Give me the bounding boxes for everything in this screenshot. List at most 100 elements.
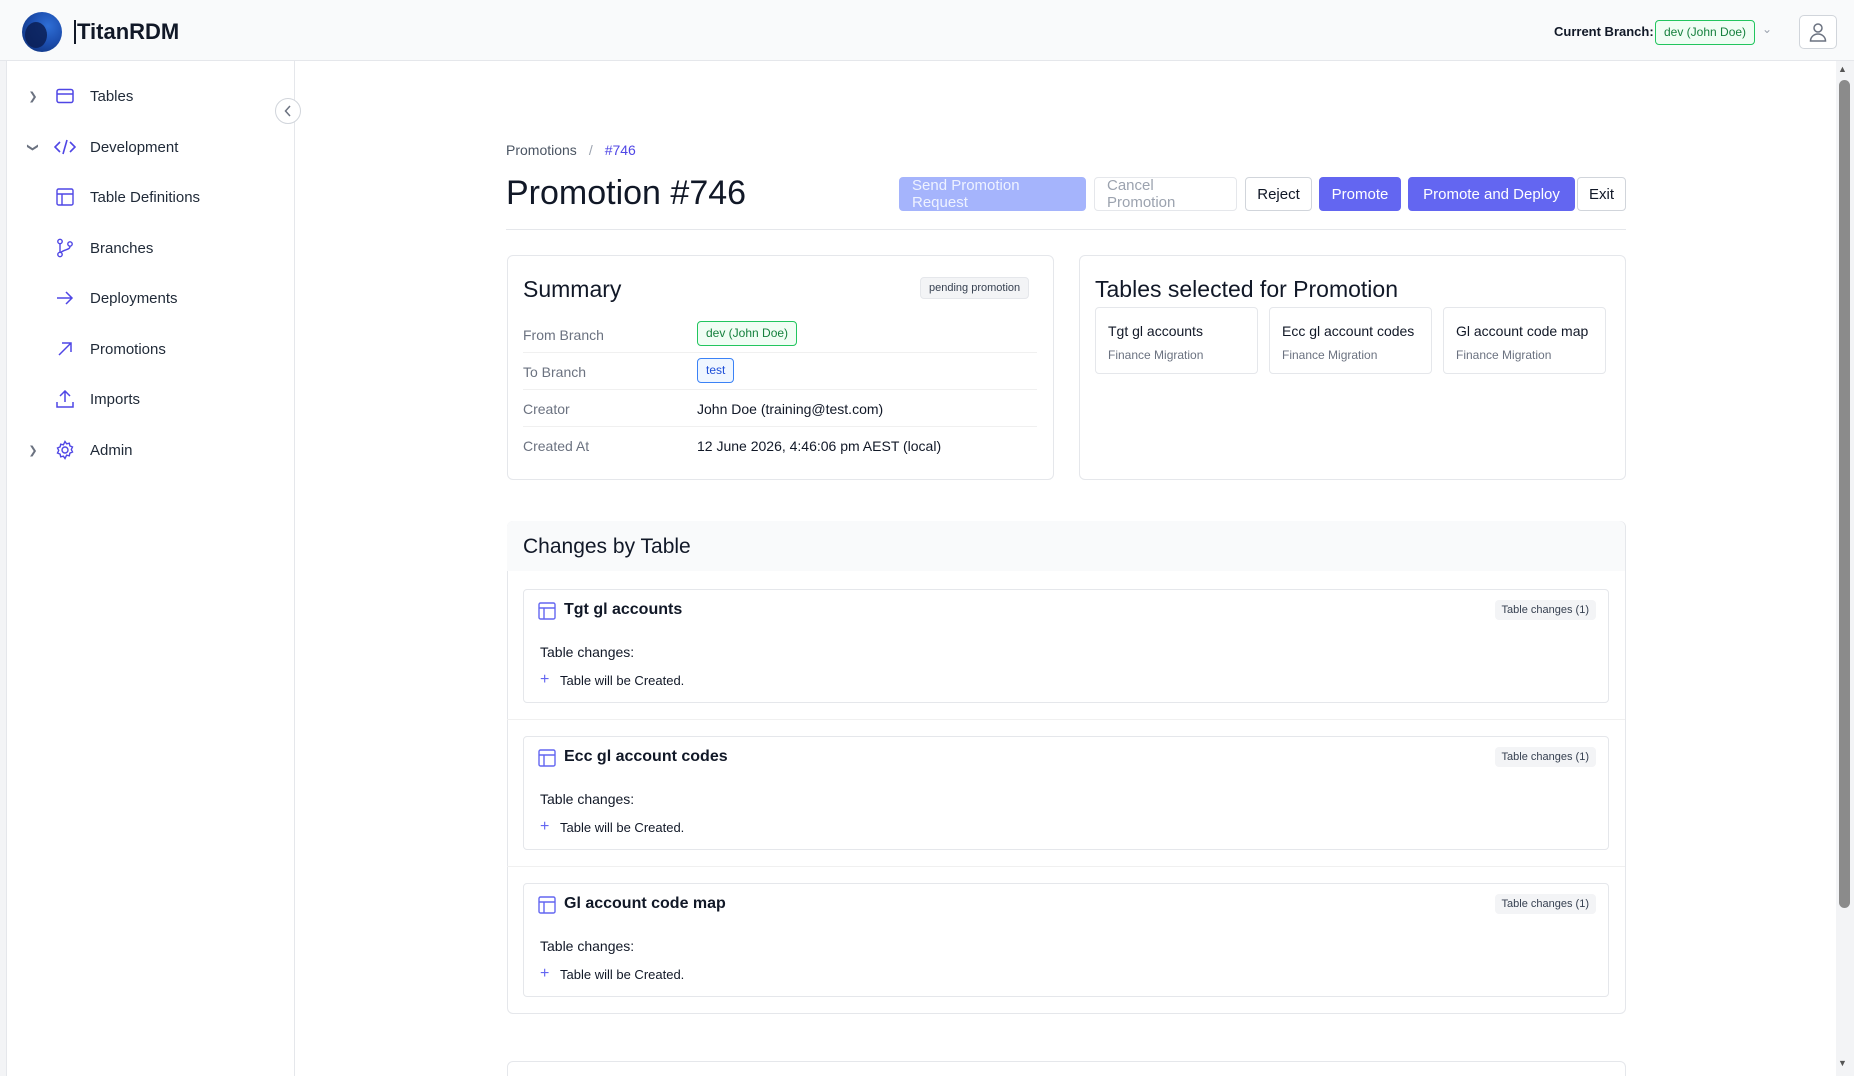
top-header: TitanRDM Current Branch: dev (John Doe) … bbox=[0, 0, 1874, 61]
summary-key: Creator bbox=[523, 401, 570, 417]
chevron-left-icon bbox=[284, 105, 291, 117]
sidebar-item-branches[interactable]: Branches bbox=[54, 233, 153, 263]
sidebar-item-table-definitions[interactable]: Table Definitions bbox=[54, 182, 200, 212]
scroll-up-icon[interactable]: ▲ bbox=[1838, 64, 1847, 74]
table-icon bbox=[54, 85, 76, 107]
collapse-sidebar-button[interactable] bbox=[275, 98, 301, 124]
sidebar-item-development[interactable]: ❯ Development bbox=[26, 132, 179, 162]
chevron-down-icon[interactable]: ⌄ bbox=[1762, 22, 1772, 36]
selected-table-project: Finance Migration bbox=[1282, 348, 1378, 362]
breadcrumb-separator: / bbox=[588, 142, 593, 158]
selected-table-project: Finance Migration bbox=[1108, 348, 1204, 362]
change-item: Gl account code map Table changes (1) Ta… bbox=[523, 883, 1609, 997]
cancel-promotion-button[interactable]: Cancel Promotion bbox=[1094, 177, 1237, 211]
window-edge bbox=[1854, 0, 1874, 1076]
current-branch-select[interactable]: dev (John Doe) bbox=[1655, 20, 1756, 45]
sidebar-item-label: Imports bbox=[90, 390, 141, 408]
table-changes-badge: Table changes (1) bbox=[1494, 600, 1596, 620]
sidebar-item-admin[interactable]: ❯ Admin bbox=[26, 435, 133, 465]
plus-icon: + bbox=[540, 818, 550, 835]
plus-icon: + bbox=[540, 671, 550, 688]
table-changes-label: Table changes: bbox=[540, 938, 635, 954]
status-badge: pending promotion bbox=[920, 277, 1030, 299]
selected-table-name: Gl account code map bbox=[1456, 323, 1589, 339]
summary-title: Summary bbox=[523, 276, 622, 302]
to-branch-chip: test bbox=[697, 358, 735, 383]
change-line: + Table will be Created. bbox=[540, 818, 684, 836]
summary-row-creator: Creator John Doe (training@test.com) bbox=[523, 390, 1037, 427]
sidebar-item-promotions[interactable]: Promotions bbox=[54, 334, 166, 364]
table-grid-icon bbox=[538, 749, 556, 772]
send-promotion-request-button[interactable]: Send Promotion Request bbox=[899, 177, 1086, 211]
sidebar-item-imports[interactable]: Imports bbox=[54, 384, 140, 414]
grid-icon bbox=[54, 186, 76, 208]
sidebar-item-label: Branches bbox=[90, 239, 154, 257]
summary-value: 12 June 2026, 4:46:06 pm AEST (local) bbox=[697, 438, 942, 454]
user-menu-button[interactable] bbox=[1799, 15, 1837, 49]
change-line: + Table will be Created. bbox=[540, 671, 684, 689]
titan-logo-icon bbox=[22, 12, 62, 52]
upload-icon bbox=[54, 388, 76, 410]
arrow-right-icon bbox=[54, 287, 76, 309]
divider bbox=[506, 229, 1626, 230]
left-edge bbox=[0, 61, 7, 1076]
breadcrumb: Promotions / #746 bbox=[506, 142, 636, 158]
scroll-down-icon[interactable]: ▼ bbox=[1838, 1058, 1847, 1068]
chevron-down-icon[interactable]: ❯ bbox=[27, 140, 40, 154]
scrollbar-thumb[interactable] bbox=[1839, 80, 1850, 908]
change-table-name: Ecc gl account codes bbox=[564, 748, 728, 765]
sidebar-item-deployments[interactable]: Deployments bbox=[54, 283, 178, 313]
chevron-right-icon[interactable]: ❯ bbox=[26, 90, 40, 103]
gear-icon bbox=[54, 439, 76, 461]
sidebar-item-label: Tables bbox=[90, 87, 134, 105]
exit-button[interactable]: Exit bbox=[1577, 177, 1626, 211]
from-branch-chip: dev (John Doe) bbox=[697, 321, 798, 346]
selected-table-name: Tgt gl accounts bbox=[1108, 323, 1203, 339]
arrow-up-right-icon bbox=[54, 338, 76, 360]
promote-button[interactable]: Promote bbox=[1319, 177, 1401, 211]
table-changes-badge: Table changes (1) bbox=[1494, 747, 1596, 767]
breadcrumb-promotions-link[interactable]: Promotions bbox=[506, 142, 577, 158]
breadcrumb-current[interactable]: #746 bbox=[605, 142, 636, 158]
change-item: Tgt gl accounts Table changes (1) Table … bbox=[523, 589, 1609, 703]
change-table-name: Tgt gl accounts bbox=[564, 601, 683, 618]
change-text: Table will be Created. bbox=[560, 672, 685, 688]
summary-key: Created At bbox=[523, 438, 590, 454]
summary-row-to-branch: To Branch test bbox=[523, 353, 1037, 390]
next-section-card bbox=[507, 1061, 1626, 1076]
change-item: Ecc gl account codes Table changes (1) T… bbox=[523, 736, 1609, 850]
selected-tables-title: Tables selected for Promotion bbox=[1095, 276, 1398, 302]
table-grid-icon bbox=[538, 896, 556, 919]
current-branch-label: Current Branch: bbox=[1554, 24, 1654, 39]
page-title: Promotion #746 bbox=[506, 174, 747, 212]
code-icon bbox=[54, 136, 76, 158]
git-branch-icon bbox=[54, 237, 76, 259]
user-icon bbox=[1809, 23, 1827, 42]
sidebar-item-label: Admin bbox=[90, 441, 133, 459]
selected-table-project: Finance Migration bbox=[1456, 348, 1552, 362]
summary-key: To Branch bbox=[523, 364, 587, 380]
summary-row-created-at: Created At 12 June 2026, 4:46:06 pm AEST… bbox=[523, 427, 1037, 464]
sidebar-item-tables[interactable]: ❯ Tables bbox=[26, 81, 133, 111]
table-changes-label: Table changes: bbox=[540, 791, 635, 807]
change-line: + Table will be Created. bbox=[540, 965, 684, 983]
table-changes-label: Table changes: bbox=[540, 644, 635, 660]
promote-and-deploy-button[interactable]: Promote and Deploy bbox=[1408, 177, 1575, 211]
changes-title: Changes by Table bbox=[523, 535, 691, 558]
selected-table-card[interactable]: Ecc gl account codes Finance Migration bbox=[1269, 307, 1432, 374]
selected-table-card[interactable]: Gl account code map Finance Migration bbox=[1443, 307, 1606, 374]
summary-key: From Branch bbox=[523, 327, 604, 343]
divider bbox=[507, 719, 1625, 720]
sidebar-item-label: Deployments bbox=[90, 289, 178, 307]
summary-value: John Doe (training@test.com) bbox=[697, 401, 884, 417]
change-table-name: Gl account code map bbox=[564, 895, 726, 912]
sidebar-item-label: Table Definitions bbox=[90, 188, 201, 206]
app-name: TitanRDM bbox=[74, 20, 179, 44]
chevron-right-icon[interactable]: ❯ bbox=[26, 444, 40, 457]
selected-table-card[interactable]: Tgt gl accounts Finance Migration bbox=[1095, 307, 1258, 374]
divider bbox=[507, 866, 1625, 867]
selected-table-name: Ecc gl account codes bbox=[1282, 323, 1415, 339]
sidebar: ❯ Tables ❯ Development Table Definitions… bbox=[7, 61, 295, 1076]
change-text: Table will be Created. bbox=[560, 966, 685, 982]
reject-button[interactable]: Reject bbox=[1245, 177, 1312, 211]
